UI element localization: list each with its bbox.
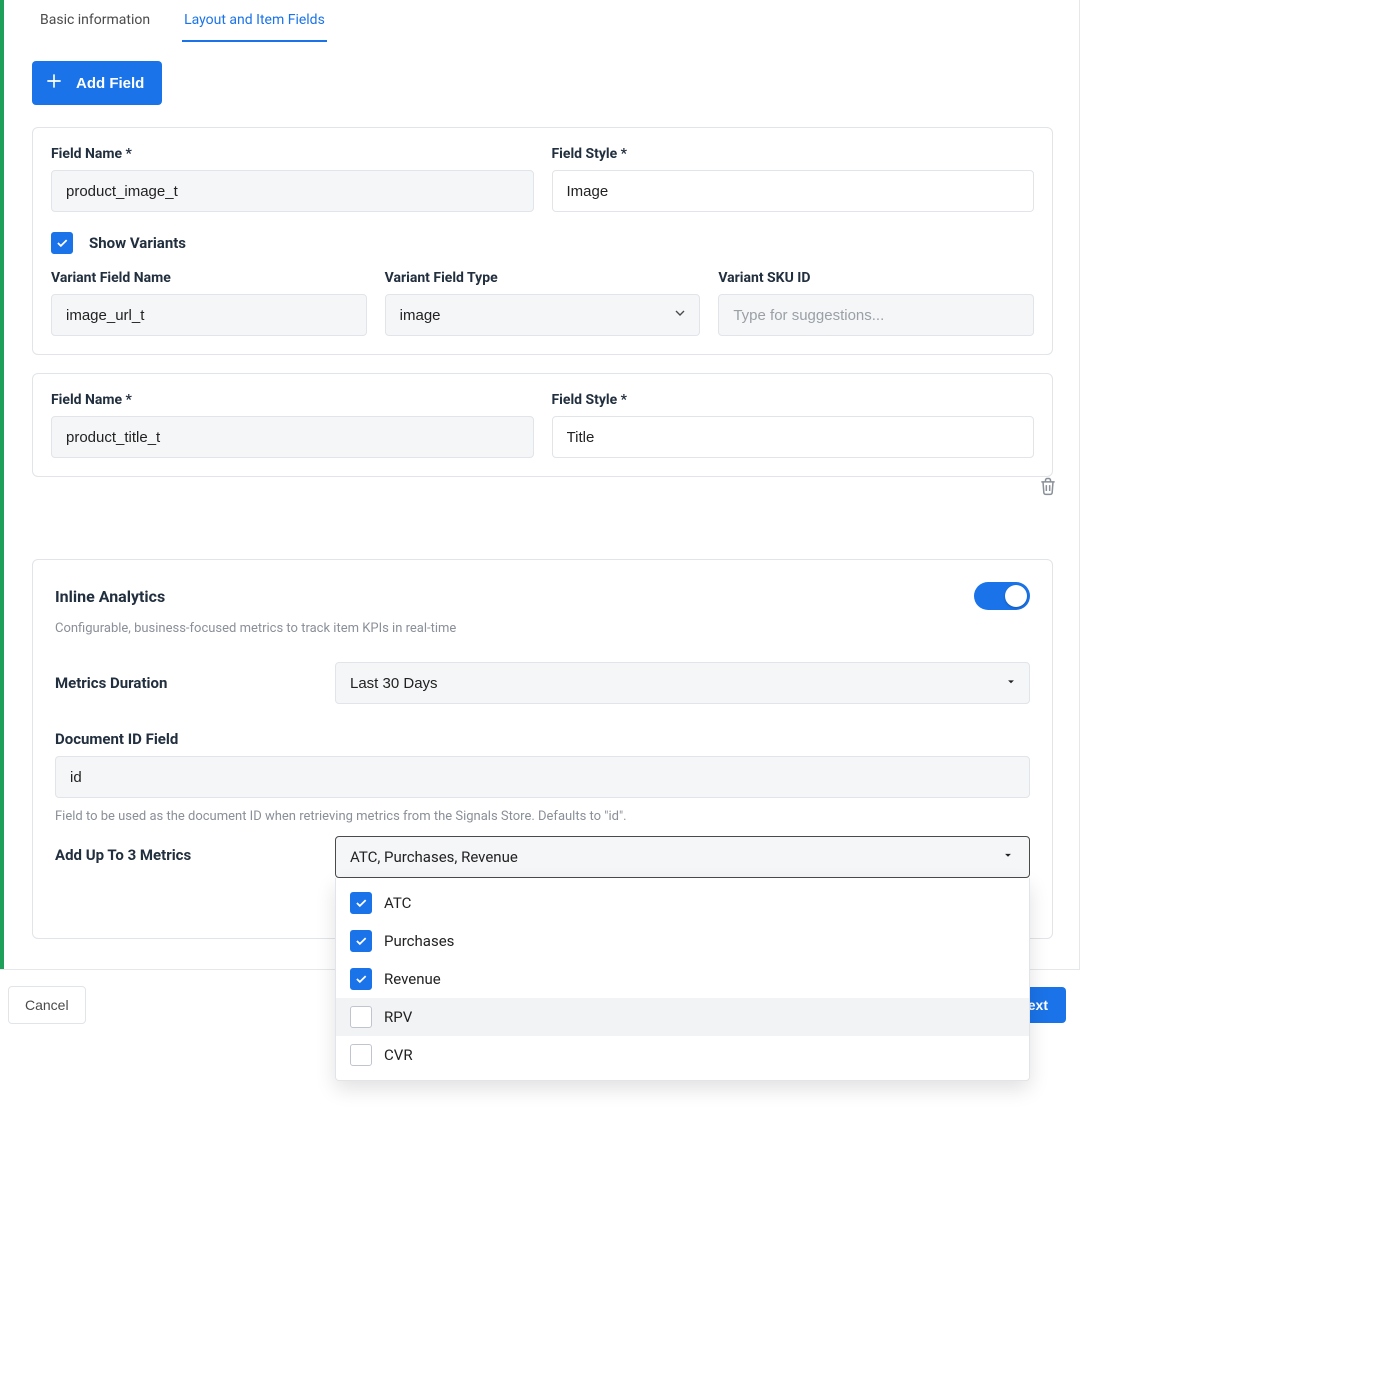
- add-field-button[interactable]: Add Field: [32, 61, 162, 105]
- checkbox-rpv[interactable]: [350, 1006, 372, 1028]
- document-id-field-label: Document ID Field: [55, 730, 1030, 748]
- cancel-button[interactable]: Cancel: [8, 986, 86, 1024]
- variant-sku-id-input[interactable]: [718, 294, 1034, 336]
- show-variants-label: Show Variants: [89, 234, 186, 252]
- field-name-input-2[interactable]: [51, 416, 534, 458]
- document-id-help: Field to be used as the document ID when…: [55, 808, 1030, 826]
- field-style-select[interactable]: [552, 170, 1035, 212]
- add-metrics-label: Add Up To 3 Metrics: [55, 836, 335, 864]
- metrics-duration-label: Metrics Duration: [55, 674, 335, 692]
- metrics-option-label: CVR: [384, 1046, 413, 1064]
- metrics-option-label: Purchases: [384, 932, 454, 950]
- field-card-1: Field Name * Field Style *: [32, 127, 1053, 355]
- checkbox-atc[interactable]: [350, 892, 372, 914]
- tab-basic-information[interactable]: Basic information: [38, 12, 152, 42]
- metrics-option-rpv[interactable]: RPV: [336, 998, 1029, 1036]
- checkbox-cvr[interactable]: [350, 1044, 372, 1066]
- variant-field-name-label: Variant Field Name: [51, 270, 367, 286]
- inline-analytics-toggle[interactable]: [974, 582, 1030, 610]
- metrics-option-label: RPV: [384, 1008, 412, 1026]
- add-metrics-value: ATC, Purchases, Revenue: [350, 848, 518, 866]
- tabs: Basic information Layout and Item Fields: [6, 0, 1079, 43]
- field-style-label: Field Style *: [552, 146, 1035, 162]
- metrics-option-atc[interactable]: ATC: [336, 884, 1029, 922]
- metrics-dropdown: ATC Purchases Revenue RPV CVR: [335, 878, 1030, 1081]
- inline-analytics-card: Inline Analytics Configurable, business-…: [32, 559, 1053, 939]
- inline-analytics-title: Inline Analytics: [55, 587, 165, 606]
- inline-analytics-subtitle: Configurable, business-focused metrics t…: [55, 620, 1030, 638]
- variant-sku-id-label: Variant SKU ID: [718, 270, 1034, 286]
- variant-field-type-select[interactable]: [385, 294, 701, 336]
- metrics-option-cvr[interactable]: CVR: [336, 1036, 1029, 1074]
- field-name-label: Field Name *: [51, 146, 534, 162]
- field-card-2: Field Name * Field Style *: [32, 373, 1053, 477]
- metrics-option-revenue[interactable]: Revenue: [336, 960, 1029, 998]
- field-name-label-2: Field Name *: [51, 392, 534, 408]
- field-style-select-2[interactable]: [552, 416, 1035, 458]
- show-variants-checkbox[interactable]: [51, 232, 73, 254]
- field-style-label-2: Field Style *: [552, 392, 1035, 408]
- tab-layout-and-item-fields[interactable]: Layout and Item Fields: [182, 12, 327, 42]
- add-field-label: Add Field: [76, 75, 144, 92]
- plus-icon: [44, 71, 64, 95]
- caret-down-icon: [1001, 848, 1015, 866]
- trash-icon[interactable]: [1038, 476, 1058, 496]
- checkbox-revenue[interactable]: [350, 968, 372, 990]
- checkbox-purchases[interactable]: [350, 930, 372, 952]
- field-name-input[interactable]: [51, 170, 534, 212]
- variant-field-type-label: Variant Field Type: [385, 270, 701, 286]
- add-metrics-select[interactable]: ATC, Purchases, Revenue: [335, 836, 1030, 878]
- metrics-option-label: ATC: [384, 894, 411, 912]
- variant-field-name-input[interactable]: [51, 294, 367, 336]
- metrics-option-label: Revenue: [384, 970, 441, 988]
- metrics-option-purchases[interactable]: Purchases: [336, 922, 1029, 960]
- metrics-duration-select[interactable]: [335, 662, 1030, 704]
- document-id-field-input[interactable]: [55, 756, 1030, 798]
